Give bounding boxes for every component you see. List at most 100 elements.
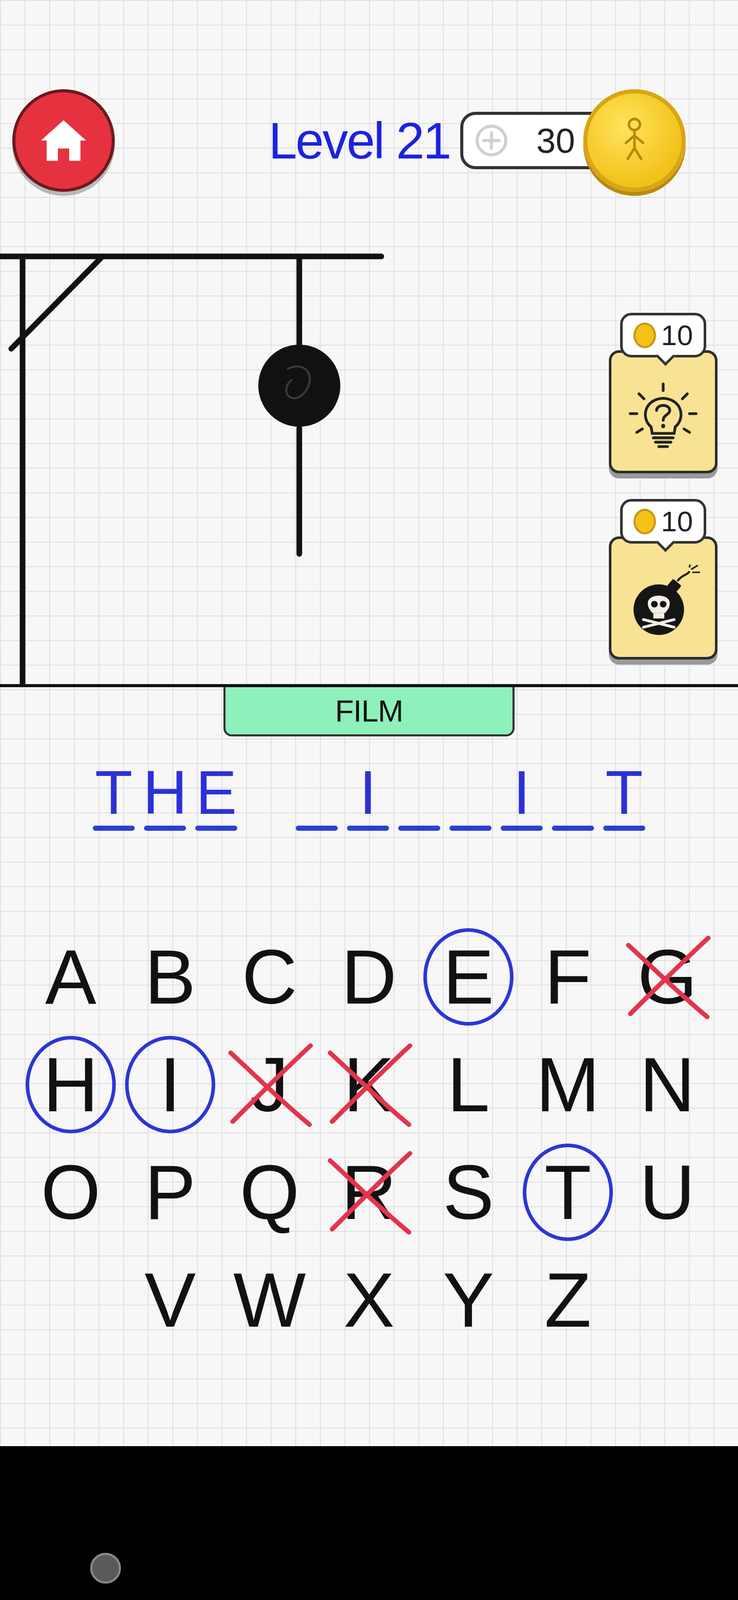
slot-letter: I xyxy=(359,758,377,826)
slot-underline xyxy=(144,825,187,831)
letter-key[interactable]: X xyxy=(319,1245,419,1353)
word: IIT xyxy=(296,758,645,831)
letter-key[interactable]: I xyxy=(120,1030,220,1138)
letter-key[interactable]: D xyxy=(319,922,419,1031)
gallows-post xyxy=(19,256,26,684)
letter-slot: I xyxy=(347,758,389,831)
letter-key[interactable]: V xyxy=(120,1245,220,1353)
hangman-body xyxy=(296,427,303,554)
category-label: FILM xyxy=(223,686,515,736)
letter-key[interactable]: Q xyxy=(219,1137,320,1246)
letter-key[interactable]: Y xyxy=(418,1245,519,1353)
add-coins-icon[interactable] xyxy=(473,122,510,159)
powerup-card[interactable] xyxy=(608,536,718,660)
letter-key[interactable]: A xyxy=(21,922,121,1031)
letter-slot xyxy=(552,758,594,831)
gallows-drawing xyxy=(0,240,595,684)
wrong-cross-icon xyxy=(223,1037,316,1131)
powerup-card[interactable] xyxy=(608,350,718,474)
key-letter: Z xyxy=(544,1260,592,1338)
slot-letter: E xyxy=(195,758,237,826)
coin-badge xyxy=(583,89,686,192)
letter-slot: H xyxy=(144,758,186,831)
letter-key[interactable]: R xyxy=(319,1137,419,1246)
stick-figure-icon xyxy=(603,109,666,172)
key-letter: U xyxy=(639,1153,695,1230)
slot-letter: H xyxy=(142,758,188,826)
letter-key[interactable]: G xyxy=(617,922,717,1031)
slot-underline xyxy=(92,825,135,831)
key-letter: W xyxy=(233,1260,306,1338)
wrong-cross-icon xyxy=(322,1145,416,1238)
letter-key[interactable]: K xyxy=(319,1030,419,1138)
game-screen: Level 21301010FILMTHEIITABCDEFGHIJKLMNOP… xyxy=(0,0,738,1599)
letter-key[interactable]: B xyxy=(120,922,220,1031)
key-row: HIJKLMN xyxy=(0,1030,738,1138)
key-letter: T xyxy=(544,1153,592,1230)
letter-key[interactable]: U xyxy=(617,1137,717,1246)
wrong-cross-icon xyxy=(621,930,714,1023)
key-letter: X xyxy=(343,1260,395,1338)
letter-key[interactable]: C xyxy=(219,922,320,1031)
letter-key[interactable]: J xyxy=(219,1030,320,1138)
letter-key[interactable]: N xyxy=(617,1030,717,1138)
keyboard: ABCDEFGHIJKLMNOPQRSTUVWXYZ xyxy=(0,922,738,1353)
bomb-powerup[interactable]: 10 xyxy=(606,498,720,660)
slot-letter: I xyxy=(513,758,530,826)
word: THE xyxy=(93,758,237,831)
lightbulb-icon xyxy=(624,378,702,456)
assistant-icon[interactable] xyxy=(90,1551,121,1583)
key-letter: M xyxy=(536,1045,601,1123)
letter-key[interactable]: P xyxy=(120,1137,220,1246)
key-letter: H xyxy=(43,1045,99,1123)
coin-count: 30 xyxy=(536,120,576,161)
letter-key[interactable]: M xyxy=(518,1030,618,1138)
home-button[interactable] xyxy=(12,89,115,192)
letter-key[interactable]: W xyxy=(219,1245,320,1353)
letter-slot: I xyxy=(501,758,543,831)
key-letter: F xyxy=(544,937,592,1015)
slot-underline xyxy=(398,825,441,831)
letter-key[interactable]: O xyxy=(21,1137,121,1246)
key-letter: L xyxy=(446,1045,490,1123)
cost-text: 10 xyxy=(661,504,693,538)
system-nav-bar xyxy=(0,1445,738,1599)
gallows-rope xyxy=(296,256,303,346)
letter-slot xyxy=(449,758,491,831)
key-row: OPQRSTU xyxy=(0,1137,738,1246)
slot-underline xyxy=(603,825,646,831)
hint-powerup[interactable]: 10 xyxy=(606,312,720,474)
slot-letter: T xyxy=(94,758,133,826)
key-letter: Y xyxy=(442,1260,495,1338)
slot-underline xyxy=(449,825,492,831)
cost-text: 10 xyxy=(661,318,693,352)
key-letter: E xyxy=(442,937,495,1015)
hangman-head xyxy=(258,344,341,427)
cost-bubble: 10 xyxy=(620,312,707,358)
slot-underline xyxy=(551,825,594,831)
letter-key[interactable]: T xyxy=(518,1137,618,1246)
coin-counter[interactable]: 30 xyxy=(460,89,686,192)
letter-key[interactable]: S xyxy=(418,1137,519,1246)
gallows-brace xyxy=(11,256,103,349)
letter-slot xyxy=(398,758,440,831)
key-letter: V xyxy=(144,1260,196,1338)
letter-key[interactable]: L xyxy=(418,1030,519,1138)
slot-underline xyxy=(500,825,543,831)
key-row: ABCDEFG xyxy=(0,922,738,1031)
slot-underline xyxy=(295,825,338,831)
letter-key[interactable]: Z xyxy=(518,1245,618,1353)
letter-key[interactable]: H xyxy=(21,1030,121,1138)
category-wrap: FILM xyxy=(0,686,738,736)
key-letter: S xyxy=(442,1153,495,1230)
key-letter: P xyxy=(144,1153,196,1230)
coin-icon xyxy=(633,322,656,348)
level-title: Level 21 xyxy=(268,111,450,171)
letter-slot: T xyxy=(603,758,645,831)
house-icon xyxy=(35,112,92,169)
wrong-cross-icon xyxy=(322,1037,416,1131)
letter-key[interactable]: E xyxy=(418,922,519,1031)
letter-slot xyxy=(296,758,338,831)
key-letter: O xyxy=(41,1153,101,1230)
letter-key[interactable]: F xyxy=(518,922,618,1031)
